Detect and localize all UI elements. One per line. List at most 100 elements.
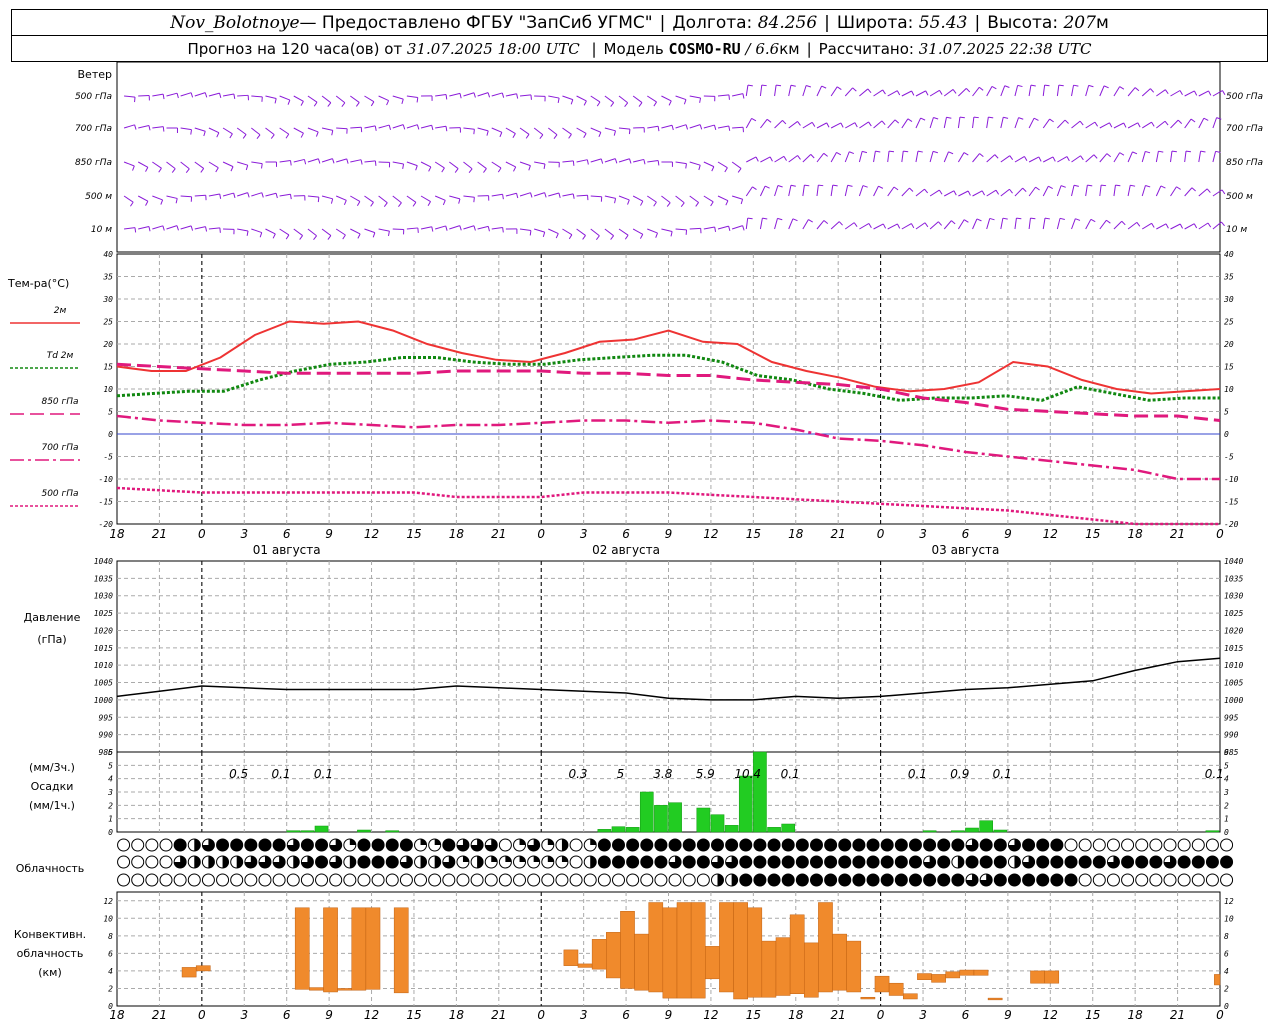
- wind-barb: [364, 160, 376, 163]
- cloud-glyph: [1177, 873, 1191, 887]
- wind-barb: [180, 161, 190, 170]
- wind-barb-feather: [653, 201, 657, 207]
- convective-bar: [987, 997, 1003, 1001]
- wind-barb-feather: [699, 97, 702, 103]
- wind-barb: [816, 220, 825, 230]
- conv-ytick-right: 0: [1224, 1002, 1229, 1011]
- wind-barb: [406, 195, 417, 203]
- convective-bar: [676, 902, 692, 999]
- wind-barb: [307, 158, 319, 163]
- wind-barb-feather: [415, 165, 418, 171]
- wind-barb: [1085, 185, 1088, 197]
- wind-barb: [166, 225, 178, 230]
- bottom-time-tick-label: 15: [406, 1008, 421, 1022]
- wind-barb-feather: [247, 192, 250, 198]
- time-tick-label: 18: [109, 527, 125, 541]
- wind-barb: [307, 195, 319, 198]
- temp-ytick-right: -20: [1224, 520, 1239, 529]
- cloud-glyph-fill: [768, 874, 781, 886]
- temp-ytick-right: 15: [1224, 363, 1234, 372]
- cloud-glyph-fill: [810, 856, 823, 868]
- cloud-glyph: [131, 838, 145, 852]
- cloud-glyph: [272, 873, 286, 887]
- wind-barb-feather: [628, 129, 631, 135]
- wind-barb-feather: [229, 133, 233, 139]
- bottom-time-tick-label: 12: [1043, 1008, 1058, 1022]
- wind-barb: [1198, 222, 1209, 230]
- cloud-glyph: [244, 873, 258, 887]
- wind-barb-feather: [624, 234, 629, 240]
- wind-barb: [548, 95, 560, 99]
- wind-barb-feather: [459, 93, 462, 99]
- cloud-glyph-fill: [957, 856, 964, 868]
- wind-barb: [194, 194, 206, 197]
- cloud-glyph-fill: [782, 856, 795, 868]
- wind-barb-feather: [655, 232, 658, 238]
- wind-barb-feather: [1018, 117, 1024, 120]
- wind-barb: [477, 161, 487, 169]
- wind-barb-feather: [680, 202, 685, 207]
- wind-barb: [1099, 185, 1102, 197]
- wind-barb: [745, 85, 749, 97]
- time-tick-label: 3: [240, 527, 248, 541]
- wind-barb: [986, 218, 991, 230]
- wind-barb-feather: [431, 125, 434, 131]
- precip-ytick-right: 2: [1224, 801, 1229, 810]
- wind-barb: [887, 90, 898, 97]
- wind-barb-feather: [486, 130, 489, 136]
- wind-barb-feather: [219, 193, 222, 199]
- wind-barb-feather: [416, 124, 420, 130]
- wind-barb: [350, 159, 362, 163]
- wind-barb: [830, 122, 842, 129]
- wind-barb: [1170, 223, 1181, 230]
- wind-barb: [986, 117, 989, 129]
- wind-barb: [321, 158, 333, 163]
- precip-bar: [993, 829, 1008, 833]
- cloud-glyph-fill: [222, 856, 229, 868]
- cloud-glyph: [258, 873, 272, 887]
- wind-barb-feather: [627, 199, 630, 205]
- press-ytick-right: 1025: [1224, 609, 1243, 618]
- cloud-glyph-fill: [937, 856, 950, 868]
- bottom-time-tick-label: 0: [198, 1008, 206, 1022]
- wind-barb-feather: [285, 133, 290, 139]
- precip-bar: [696, 807, 711, 833]
- wind-barb: [1113, 122, 1124, 129]
- precip-bar: [286, 830, 301, 833]
- precip-bar: [951, 830, 965, 833]
- wind-barb-feather: [1090, 218, 1096, 223]
- precip-3h-value: 0.1: [271, 767, 290, 781]
- wind-barb-feather: [1002, 217, 1008, 220]
- convective-bar: [393, 907, 409, 994]
- wind-barb: [1085, 85, 1090, 97]
- wind-barb: [435, 125, 447, 129]
- wind-barb: [661, 195, 671, 204]
- wind-barb-feather: [402, 124, 406, 130]
- cloud-glyph-fill: [590, 856, 597, 868]
- wind-barb: [958, 88, 967, 97]
- time-tick-label: 0: [198, 527, 206, 541]
- cloud-glyph-fill: [301, 839, 314, 851]
- wind-barb-feather: [1080, 155, 1084, 161]
- wind-barb-feather: [1151, 223, 1155, 228]
- wind-barb: [887, 186, 895, 197]
- wind-barb-feather: [728, 125, 731, 131]
- wind-barb-feather: [502, 227, 504, 233]
- cloud-glyph: [1191, 838, 1205, 852]
- convective-bar: [309, 987, 324, 991]
- wind-barb: [1071, 85, 1075, 97]
- precip-axis-label: Осадки: [31, 780, 74, 793]
- wind-barb-feather: [1048, 185, 1053, 189]
- wind-barb: [788, 85, 792, 97]
- wind-barb-feather: [372, 232, 376, 238]
- cloud-glyph: [470, 873, 484, 887]
- cloud-glyph-fill: [852, 839, 865, 851]
- wind-barb-feather: [1151, 121, 1155, 127]
- wind-barb-feather: [175, 198, 178, 204]
- wind-barb-feather: [862, 150, 868, 154]
- wind-barb-feather: [216, 132, 220, 138]
- precip-ytick-left: 1: [108, 815, 113, 824]
- press-ytick-right: 990: [1224, 731, 1239, 740]
- cloud-glyph: [385, 873, 399, 887]
- time-tick-label: 6: [283, 527, 291, 541]
